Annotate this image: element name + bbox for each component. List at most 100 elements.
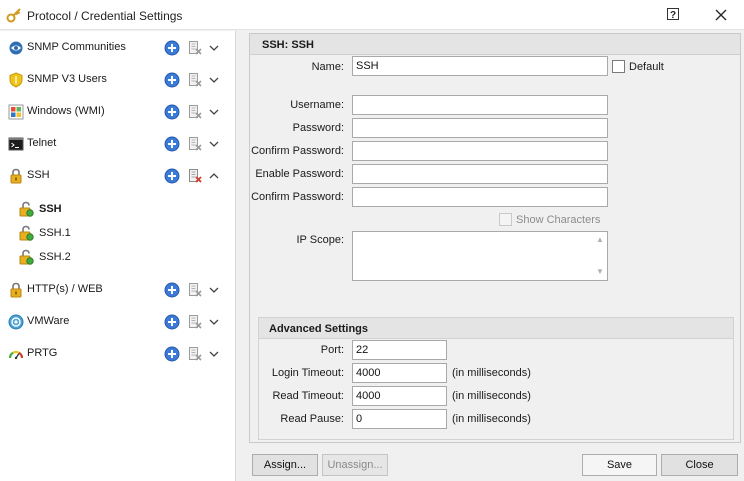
advanced-settings-header: Advanced Settings xyxy=(259,318,733,339)
sidebar-item-http-web[interactable]: HTTP(s) / WEB xyxy=(0,278,236,302)
lock-icon xyxy=(10,168,22,184)
chevron-down-icon[interactable] xyxy=(208,138,220,150)
show-characters-checkbox[interactable] xyxy=(499,213,512,226)
advanced-settings-title: Advanced Settings xyxy=(269,323,369,335)
login-timeout-input[interactable] xyxy=(352,363,447,383)
delete-icon[interactable] xyxy=(187,40,203,56)
add-icon[interactable] xyxy=(164,346,180,362)
add-icon[interactable] xyxy=(164,168,180,184)
name-input[interactable] xyxy=(352,56,608,76)
sidebar-subitem-label: SSH.2 xyxy=(39,251,71,263)
name-label: Name: xyxy=(311,61,344,73)
sidebar-item-label: SSH xyxy=(27,169,50,181)
login-timeout-unit: (in milliseconds) xyxy=(452,367,531,379)
username-input[interactable] xyxy=(352,95,608,115)
lock-open-icon xyxy=(19,249,34,265)
sidebar-item-snmp-v3-users[interactable]: SNMP V3 Users xyxy=(0,68,236,92)
delete-icon[interactable] xyxy=(187,72,203,88)
delete-icon[interactable] xyxy=(187,314,203,330)
delete-icon[interactable] xyxy=(187,104,203,120)
read-timeout-input[interactable] xyxy=(352,386,447,406)
assign-button[interactable]: Assign... xyxy=(252,454,318,476)
snmp-community-icon xyxy=(9,41,23,55)
port-input[interactable] xyxy=(352,340,447,360)
default-label: Default xyxy=(629,61,664,73)
login-timeout-label: Login Timeout: xyxy=(271,367,344,379)
terminal-icon xyxy=(8,137,24,151)
save-button[interactable]: Save xyxy=(582,454,657,476)
sidebar-item-vmware[interactable]: VMWare xyxy=(0,310,236,334)
sidebar-item-label: HTTP(s) / WEB xyxy=(27,283,103,295)
lock-open-icon xyxy=(19,201,34,217)
key-icon xyxy=(6,8,21,23)
sidebar-item-label: PRTG xyxy=(27,347,58,359)
delete-icon[interactable] xyxy=(187,168,203,184)
chevron-down-icon[interactable] xyxy=(208,74,220,86)
title-bar: Protocol / Credential Settings ? xyxy=(0,0,744,30)
confirm-password-label: Confirm Password: xyxy=(251,145,344,157)
ip-scope-label: IP Scope: xyxy=(296,234,345,246)
chevron-down-icon[interactable] xyxy=(208,284,220,296)
sidebar-subitem-ssh-1[interactable]: SSH.1 xyxy=(0,222,236,244)
read-pause-input[interactable] xyxy=(352,409,447,429)
default-checkbox[interactable] xyxy=(612,60,625,73)
sidebar-subitem-label: SSH xyxy=(39,203,62,215)
confirm-enable-password-label: Confirm Password: xyxy=(251,191,344,203)
sidebar-item-prtg[interactable]: PRTG xyxy=(0,342,236,366)
password-label: Password: xyxy=(292,122,344,134)
username-label: Username: xyxy=(290,99,344,111)
help-label: ? xyxy=(670,10,676,21)
chevron-up-icon[interactable] xyxy=(208,170,220,182)
sidebar-item-windows-wmi[interactable]: Windows (WMI) xyxy=(0,100,236,124)
add-icon[interactable] xyxy=(164,72,180,88)
sidebar-item-label: Telnet xyxy=(27,137,57,149)
add-icon[interactable] xyxy=(164,314,180,330)
sidebar-subitem-label: SSH.1 xyxy=(39,227,71,239)
delete-icon[interactable] xyxy=(187,346,203,362)
sidebar-item-snmp-communities[interactable]: SNMP Communities xyxy=(0,36,236,60)
vmware-icon xyxy=(8,314,24,330)
sidebar-item-telnet[interactable]: Telnet xyxy=(0,132,236,156)
enable-password-input[interactable] xyxy=(352,164,608,184)
ip-scope-textarea[interactable]: ▲ ▼ xyxy=(352,231,608,281)
sidebar-item-label: SNMP Communities xyxy=(27,41,126,53)
sidebar-item-label: SNMP V3 Users xyxy=(27,73,107,85)
shield-icon xyxy=(9,72,23,88)
add-icon[interactable] xyxy=(164,40,180,56)
delete-icon[interactable] xyxy=(187,282,203,298)
unassign-button[interactable]: Unassign... xyxy=(322,454,388,476)
add-icon[interactable] xyxy=(164,136,180,152)
confirm-password-input[interactable] xyxy=(352,141,608,161)
show-characters-label: Show Characters xyxy=(516,214,601,226)
lock-icon xyxy=(10,282,22,298)
lock-open-icon xyxy=(19,225,34,241)
sidebar-subitem-ssh-2[interactable]: SSH.2 xyxy=(0,246,236,268)
enable-password-label: Enable Password: xyxy=(255,168,344,180)
close-button[interactable]: Close xyxy=(661,454,738,476)
sidebar: SNMP Communities SNMP V3 Users Windows (… xyxy=(0,31,236,481)
add-icon[interactable] xyxy=(164,104,180,120)
sidebar-item-label: VMWare xyxy=(27,315,70,327)
password-input[interactable] xyxy=(352,118,608,138)
sidebar-item-ssh[interactable]: SSH xyxy=(0,164,236,188)
read-timeout-unit: (in milliseconds) xyxy=(452,390,531,402)
scroll-up-icon[interactable]: ▲ xyxy=(594,234,606,246)
chevron-down-icon[interactable] xyxy=(208,348,220,360)
chevron-down-icon[interactable] xyxy=(208,316,220,328)
read-timeout-label: Read Timeout: xyxy=(272,390,344,402)
confirm-enable-password-input[interactable] xyxy=(352,187,608,207)
credential-form-panel: SSH: SSH Name: Default Username: Passwor… xyxy=(249,33,741,443)
window-title: Protocol / Credential Settings xyxy=(27,9,183,23)
close-window-button[interactable] xyxy=(706,4,736,26)
panel-title: SSH: SSH xyxy=(262,39,314,51)
add-icon[interactable] xyxy=(164,282,180,298)
scroll-down-icon[interactable]: ▼ xyxy=(594,266,606,278)
chevron-down-icon[interactable] xyxy=(208,106,220,118)
delete-icon[interactable] xyxy=(187,136,203,152)
help-icon: ? xyxy=(667,8,679,21)
chevron-down-icon[interactable] xyxy=(208,42,220,54)
windows-icon xyxy=(8,104,24,120)
help-button[interactable]: ? xyxy=(665,6,681,22)
sidebar-subitem-ssh[interactable]: SSH xyxy=(0,198,236,220)
port-label: Port: xyxy=(320,344,344,356)
